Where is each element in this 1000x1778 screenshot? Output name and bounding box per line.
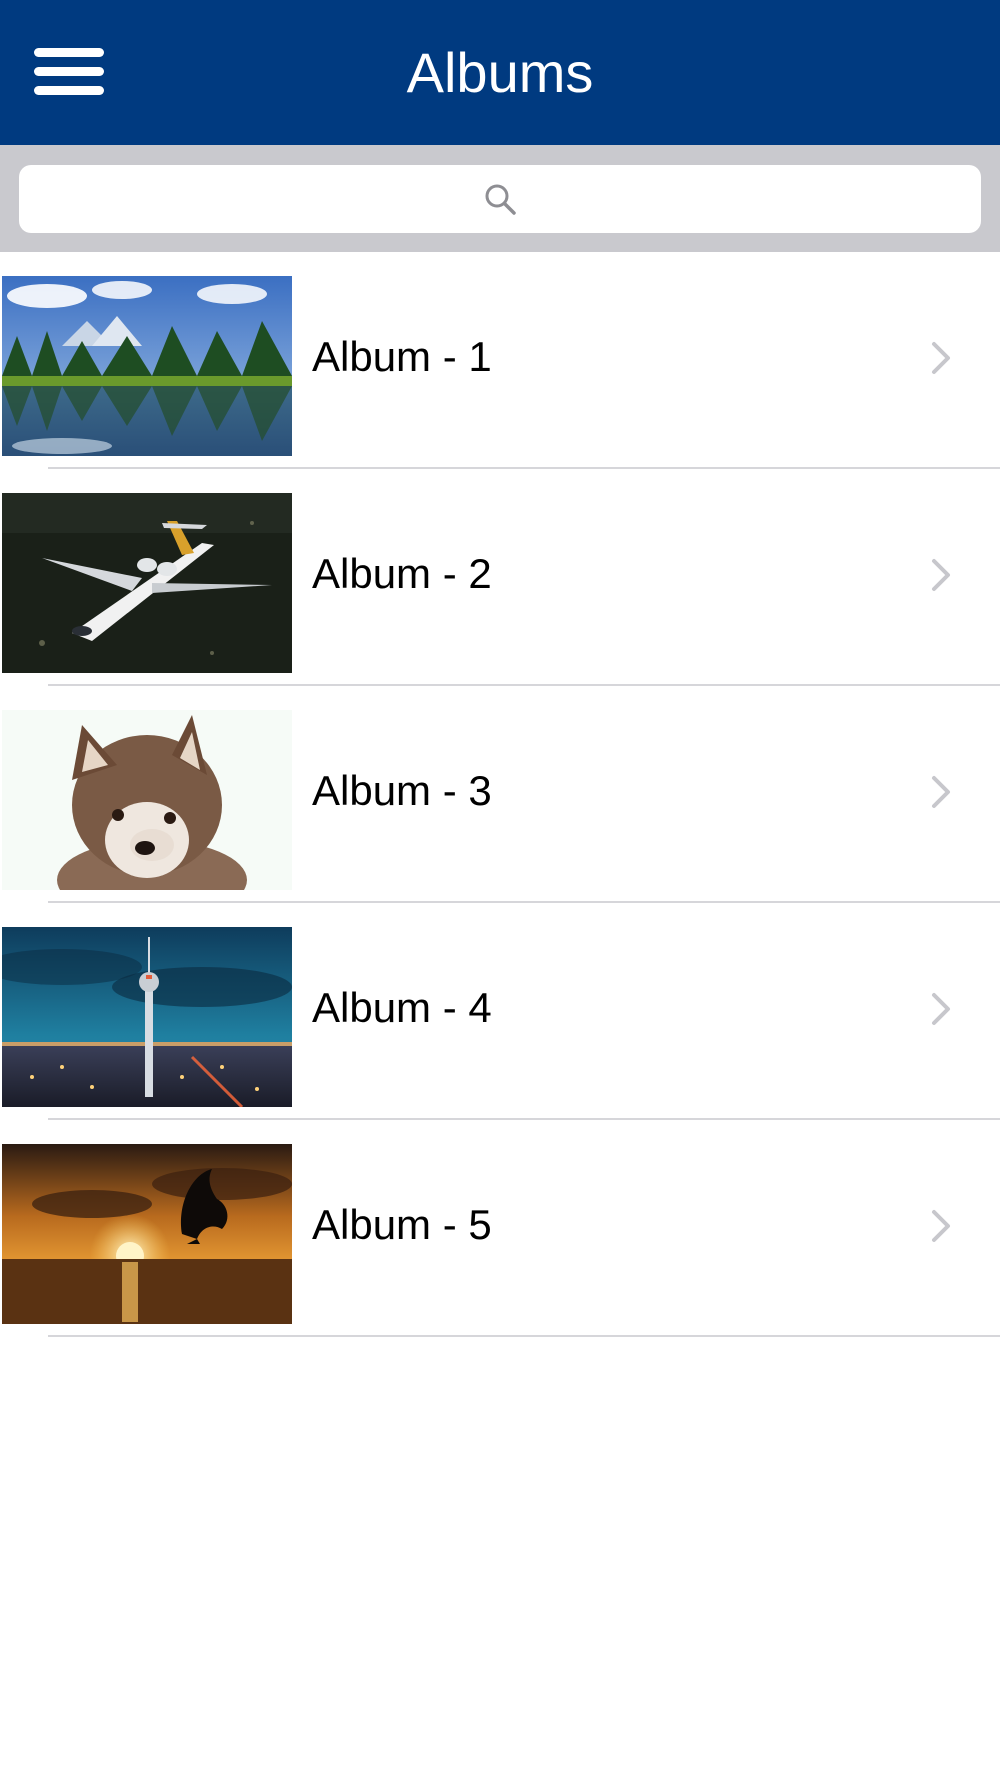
album-title: Album - 3 <box>312 767 492 814</box>
album-row-3[interactable]: Album - 3 <box>0 686 1000 903</box>
album-title: Album - 2 <box>312 550 492 597</box>
search-bar <box>0 145 1000 252</box>
row-divider <box>48 1335 1000 1337</box>
chevron-right-icon <box>932 342 950 374</box>
chevron-right-icon <box>932 993 950 1025</box>
chevron-right-icon <box>932 776 950 808</box>
album-row-4[interactable]: Album - 4 <box>0 903 1000 1120</box>
search-input[interactable] <box>19 165 981 233</box>
album-row-1[interactable]: Album - 1 <box>0 252 1000 469</box>
chevron-right-icon <box>932 1210 950 1242</box>
page-title: Albums <box>406 41 594 104</box>
mountain-lake-photo <box>2 276 292 456</box>
album-thumbnail-3 <box>2 710 292 890</box>
private-jet-photo <box>2 493 292 673</box>
album-row-5[interactable]: Album - 5 <box>0 1120 1000 1337</box>
navigation-bar: Albums <box>0 0 1000 145</box>
city-tv-tower-night-photo <box>2 927 292 1107</box>
chevron-right-icon <box>932 559 950 591</box>
album-title: Album - 4 <box>312 984 492 1031</box>
album-thumbnail-1 <box>2 276 292 456</box>
puppy-photo <box>2 710 292 890</box>
album-list: Album - 1 Album - 2 Album - 3 Album - 4 … <box>0 252 1000 1337</box>
album-title: Album - 1 <box>312 333 492 380</box>
album-thumbnail-5 <box>2 1144 292 1324</box>
album-title: Album - 5 <box>312 1201 492 1248</box>
search-field-container <box>19 165 981 233</box>
album-row-2[interactable]: Album - 2 <box>0 469 1000 686</box>
album-thumbnail-2 <box>2 493 292 673</box>
album-thumbnail-4 <box>2 927 292 1107</box>
dolphin-sunset-photo <box>2 1144 292 1324</box>
